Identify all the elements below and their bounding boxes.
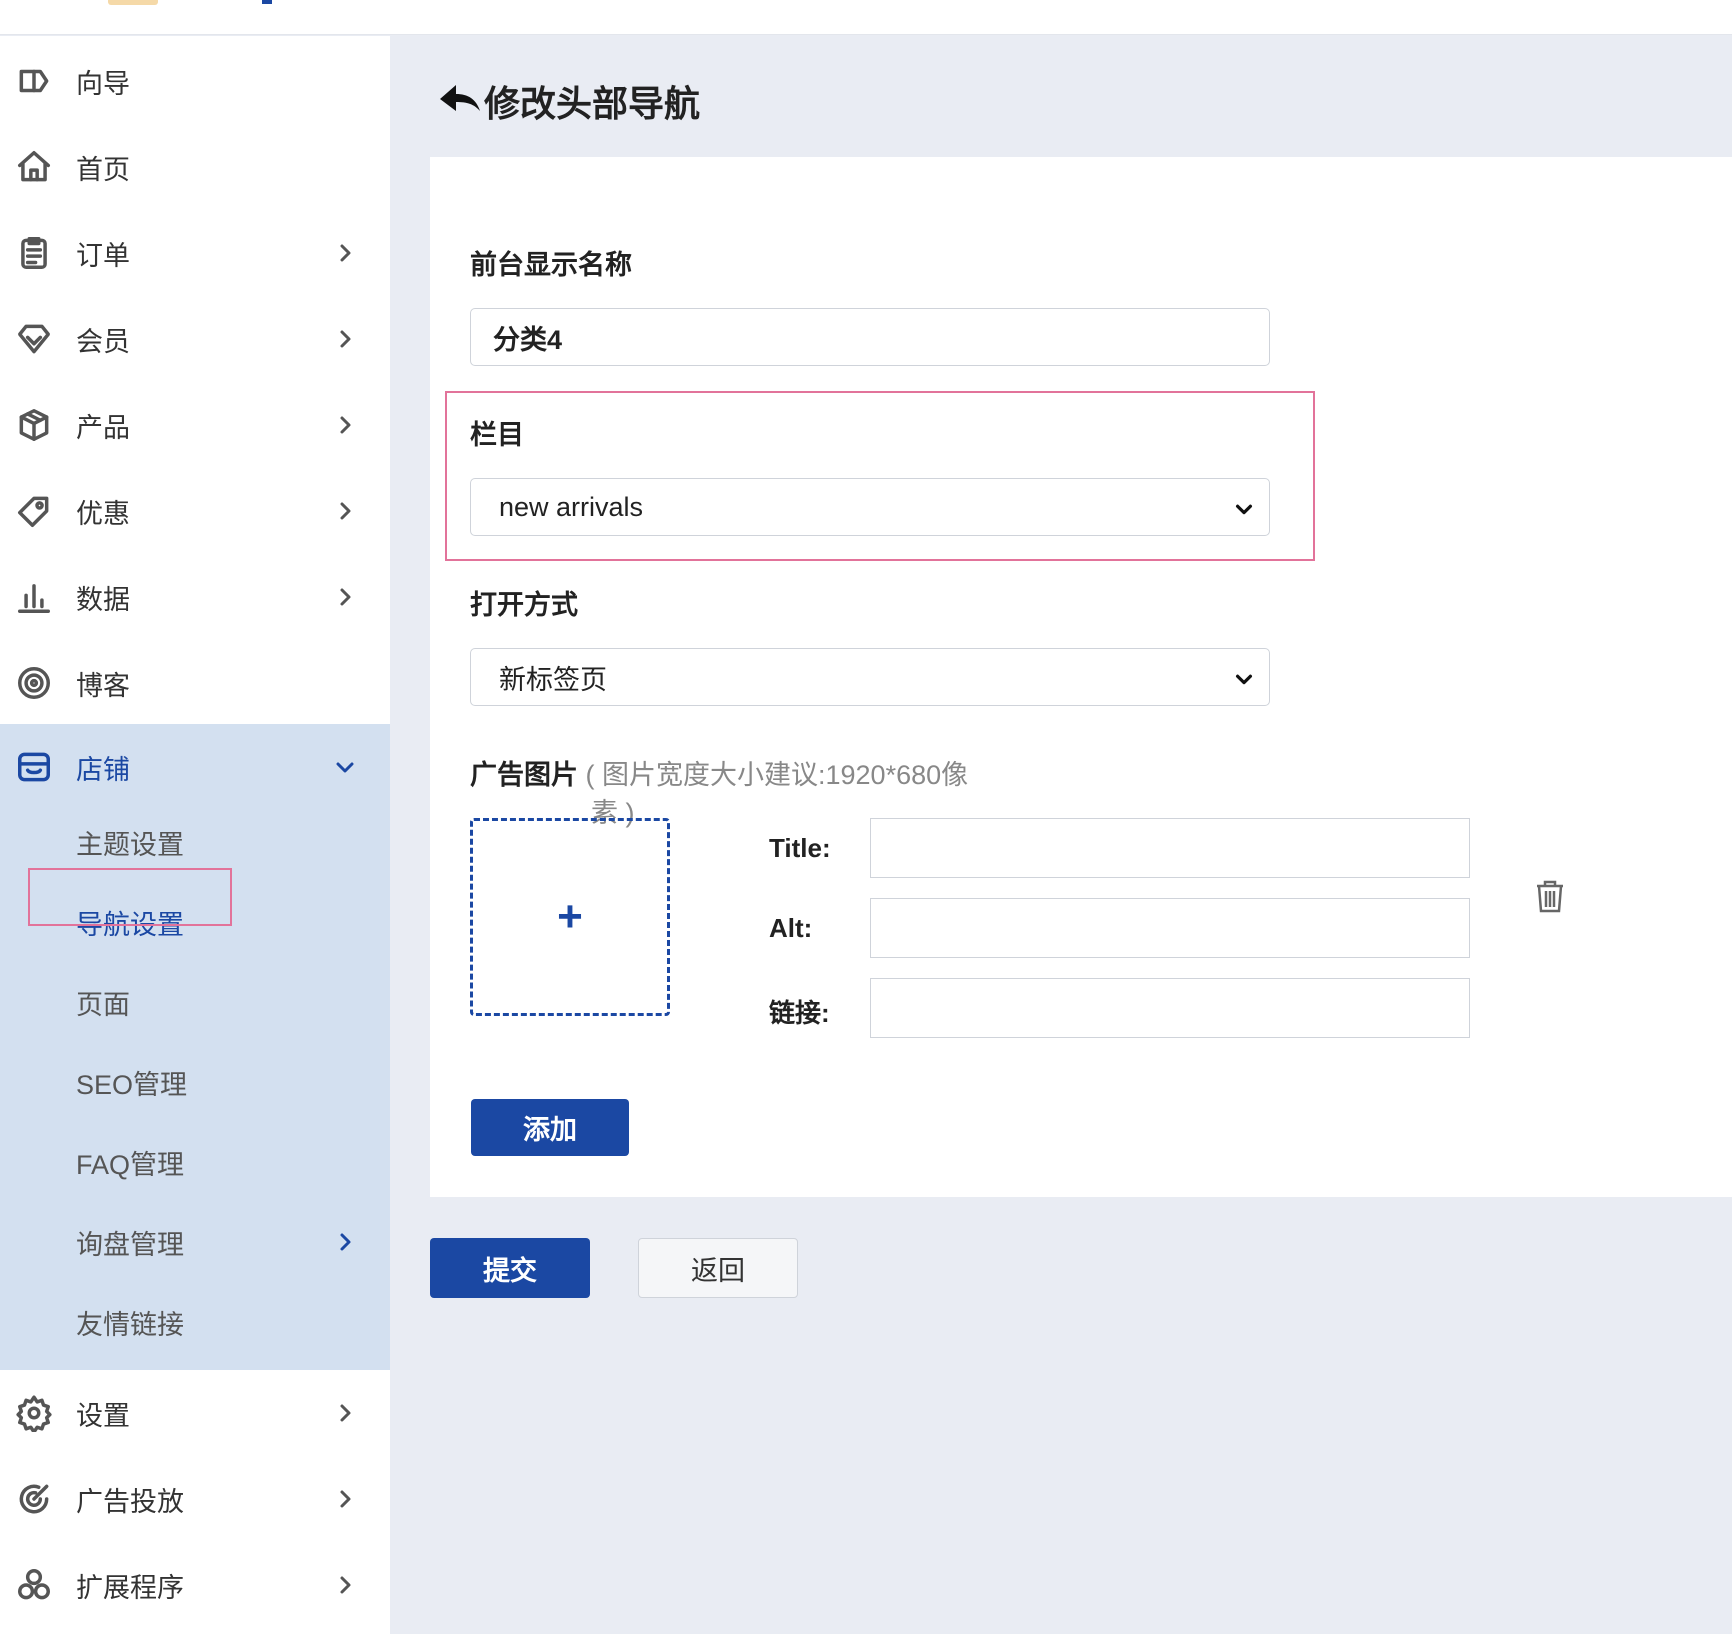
ad-target-icon [14, 1479, 54, 1519]
sidebar-subitem-label: FAQ管理 [76, 1149, 185, 1180]
sidebar-subitem-navigation[interactable]: 导航设置 [0, 886, 390, 958]
title-input[interactable] [870, 818, 1470, 878]
image-upload-area[interactable]: + [470, 818, 670, 1016]
bar-chart-icon [14, 577, 54, 617]
sidebar-item-store[interactable]: 店铺 [0, 724, 390, 810]
sidebar-subitem-label: 导航设置 [76, 909, 184, 940]
title-label: Title: [769, 833, 831, 863]
clipboard-icon [14, 233, 54, 273]
sidebar-subitem-links[interactable]: 友情链接 [0, 1286, 390, 1358]
chevron-right-icon [330, 1570, 360, 1600]
page-title-text: 修改头部导航 [484, 83, 701, 124]
sidebar-subitem-seo[interactable]: SEO管理 [0, 1046, 390, 1118]
sidebar-item-promotions[interactable]: 优惠 [0, 468, 390, 554]
sidebar-item-settings[interactable]: 设置 [0, 1370, 390, 1456]
back-arrow-icon[interactable] [438, 81, 482, 121]
plus-icon: + [557, 892, 583, 941]
sidebar-item-products[interactable]: 产品 [0, 382, 390, 468]
sidebar-item-label: 订单 [76, 240, 130, 271]
open-mode-select-value: 新标签页 [499, 664, 607, 695]
chevron-down-icon [330, 752, 360, 782]
target-icon [14, 663, 54, 703]
display-name-input[interactable]: 分类4 [470, 308, 1270, 366]
sidebar-item-extensions[interactable]: 扩展程序 [0, 1542, 390, 1628]
sidebar-item-label: 会员 [76, 326, 130, 357]
ad-image-label: 广告图片 ( 图片宽度大小建议:1920*680像 [470, 753, 968, 792]
alt-label: Alt: [769, 913, 813, 943]
trash-icon[interactable] [1530, 876, 1570, 916]
sidebar-subitem-label: 页面 [76, 989, 130, 1020]
gear-icon [14, 1393, 54, 1433]
add-button[interactable]: 添加 [471, 1099, 629, 1156]
column-select-value: new arrivals [499, 491, 644, 522]
column-select[interactable]: new arrivals [470, 478, 1270, 536]
sidebar-item-data[interactable]: 数据 [0, 554, 390, 640]
column-label: 栏目 [470, 420, 524, 450]
sidebar-item-label: 首页 [76, 154, 130, 185]
chevron-right-icon [330, 1227, 360, 1257]
open-mode-label: 打开方式 [470, 590, 578, 620]
store-icon [14, 747, 54, 787]
chevron-right-icon [330, 324, 360, 354]
sidebar-item-label: 设置 [76, 1400, 130, 1431]
chevron-right-icon [330, 410, 360, 440]
tag-icon [14, 491, 54, 531]
logo-fragment [108, 0, 158, 5]
chevron-right-icon [330, 582, 360, 612]
chevron-right-icon [330, 238, 360, 268]
back-button[interactable]: 返回 [638, 1238, 798, 1298]
link-label: 链接: [769, 998, 830, 1028]
sidebar-item-blog[interactable]: 博客 [0, 640, 390, 726]
sidebar-item-ads[interactable]: 广告投放 [0, 1456, 390, 1542]
open-mode-select[interactable]: 新标签页 [470, 648, 1270, 706]
chevron-right-icon [330, 1484, 360, 1514]
sidebar-subitem-pages[interactable]: 页面 [0, 966, 390, 1038]
diamond-icon [14, 319, 54, 359]
sidebar-subitem-faq[interactable]: FAQ管理 [0, 1126, 390, 1198]
sidebar-item-members[interactable]: 会员 [0, 296, 390, 382]
sidebar-item-label: 扩展程序 [76, 1572, 184, 1603]
chevron-right-icon [330, 496, 360, 526]
sidebar-item-label: 广告投放 [76, 1486, 184, 1517]
sidebar-item-guide[interactable]: 向导 [0, 38, 390, 124]
logo-fragment [262, 0, 272, 4]
ad-image-label-text: 广告图片 [470, 760, 578, 790]
sidebar-subitem-label: 主题设置 [76, 829, 184, 860]
sidebar: 向导 首页 订单 会员 产品 优惠 数据 博客 店铺 主题设置 导航设置 页面 … [0, 36, 390, 1634]
sidebar-subitem-label: 友情链接 [76, 1309, 184, 1340]
sidebar-subitem-label: SEO管理 [76, 1069, 188, 1100]
guide-icon [14, 61, 54, 101]
sidebar-item-label: 优惠 [76, 498, 130, 529]
submit-button[interactable]: 提交 [430, 1238, 590, 1298]
extensions-icon [14, 1565, 54, 1605]
sidebar-subitem-theme[interactable]: 主题设置 [0, 806, 390, 878]
store-menu-group: 店铺 主题设置 导航设置 页面 SEO管理 FAQ管理 询盘管理 友情链接 [0, 724, 390, 1370]
chevron-down-icon [1233, 666, 1255, 688]
box-icon [14, 405, 54, 445]
page-title: 修改头部导航 [438, 76, 700, 126]
sidebar-item-orders[interactable]: 订单 [0, 210, 390, 296]
ad-image-hint: ( 图片宽度大小建议:1920*680像 [585, 760, 969, 790]
sidebar-item-label: 向导 [76, 68, 130, 99]
sidebar-item-home[interactable]: 首页 [0, 124, 390, 210]
sidebar-item-label: 博客 [76, 670, 130, 701]
link-input[interactable] [870, 978, 1470, 1038]
display-name-label: 前台显示名称 [470, 250, 632, 280]
alt-input[interactable] [870, 898, 1470, 958]
home-icon [14, 147, 54, 187]
sidebar-item-label: 店铺 [76, 754, 130, 785]
chevron-down-icon [1233, 496, 1255, 518]
chevron-right-icon [330, 1398, 360, 1428]
sidebar-item-label: 产品 [76, 412, 130, 443]
sidebar-subitem-inquiry[interactable]: 询盘管理 [0, 1206, 390, 1278]
sidebar-item-label: 数据 [76, 584, 130, 615]
top-bar [0, 0, 1732, 35]
sidebar-subitem-label: 询盘管理 [76, 1229, 184, 1260]
